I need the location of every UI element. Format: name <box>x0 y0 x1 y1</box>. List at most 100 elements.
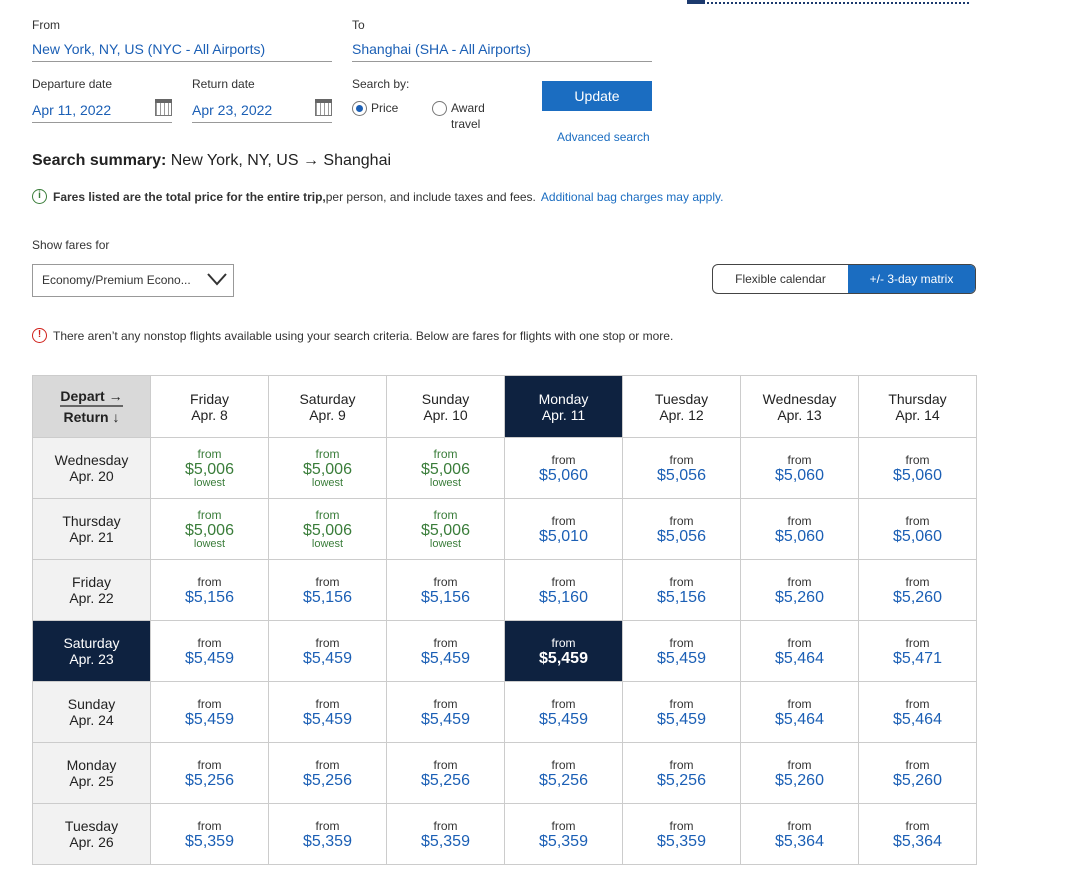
return-axis-label: Return ↓ <box>63 409 120 425</box>
matrix-row: Saturday Apr. 23 from $5,459 from $5,459 from $… <box>32 620 977 682</box>
fare-price: $5,060 <box>775 528 824 545</box>
fare-cell[interactable]: from $5,459 <box>504 681 623 743</box>
update-button[interactable]: Update <box>542 81 652 111</box>
price-radio[interactable] <box>352 101 367 116</box>
fare-cell[interactable]: from $5,256 <box>504 742 623 804</box>
fare-cell[interactable]: from $5,359 <box>150 803 269 865</box>
return-date: Apr. 21 <box>69 529 114 545</box>
fare-price: $5,459 <box>303 711 352 728</box>
fare-cell[interactable]: from $5,156 <box>268 559 387 621</box>
price-radio-label: Price <box>371 101 399 115</box>
fare-cell[interactable]: from $5,459 <box>150 620 269 682</box>
fare-cell[interactable]: from $5,006 lowest <box>150 437 269 499</box>
fare-from-label: from <box>669 758 694 772</box>
fare-cell[interactable]: from $5,010 <box>504 498 623 560</box>
fare-cell[interactable]: from $5,156 <box>150 559 269 621</box>
lowest-fare-tag: lowest <box>429 537 462 550</box>
calendar-icon[interactable] <box>155 99 172 116</box>
fare-cell[interactable]: from $5,006 lowest <box>386 437 505 499</box>
fare-from-label: from <box>905 453 930 467</box>
fare-cell[interactable]: from $5,160 <box>504 559 623 621</box>
fare-cell[interactable]: from $5,060 <box>740 498 859 560</box>
depart-date: Apr. 8 <box>191 406 228 423</box>
fare-cell[interactable]: from $5,359 <box>504 803 623 865</box>
fare-price: $5,256 <box>539 772 588 789</box>
fare-cell[interactable]: from $5,006 lowest <box>386 498 505 560</box>
fare-from-label: from <box>315 819 340 833</box>
fare-price: $5,256 <box>421 772 470 789</box>
fare-cell[interactable]: from $5,006 lowest <box>150 498 269 560</box>
fare-cell[interactable]: from $5,060 <box>858 437 977 499</box>
fare-cell[interactable]: from $5,260 <box>858 559 977 621</box>
fare-cell[interactable]: from $5,359 <box>622 803 741 865</box>
fare-cell[interactable]: from $5,260 <box>858 742 977 804</box>
matrix-row: Tuesday Apr. 26 from $5,359 from $5,359 from $5… <box>32 803 977 865</box>
from-field[interactable]: New York, NY, US (NYC - All Airports) <box>32 41 332 62</box>
fare-cell[interactable]: from $5,364 <box>858 803 977 865</box>
fare-price: $5,459 <box>421 650 470 667</box>
fare-cell[interactable]: from $5,459 <box>386 620 505 682</box>
fare-price: $5,359 <box>539 833 588 850</box>
fare-info-text: per person, and include taxes and fees. <box>325 189 536 204</box>
return-date-field[interactable]: Apr 23, 2022 <box>192 102 332 123</box>
fare-cell[interactable]: from $5,056 <box>622 498 741 560</box>
fare-cell[interactable]: from $5,060 <box>740 437 859 499</box>
fare-cell[interactable]: from $5,459 <box>622 620 741 682</box>
fare-cell[interactable]: from $5,056 <box>622 437 741 499</box>
fare-cell[interactable]: from $5,060 <box>504 437 623 499</box>
to-field[interactable]: Shanghai (SHA - All Airports) <box>352 41 652 62</box>
fare-from-label: from <box>197 575 222 589</box>
fare-cell[interactable]: from $5,464 <box>858 681 977 743</box>
fare-cell[interactable]: from $5,060 <box>858 498 977 560</box>
departure-date-field[interactable]: Apr 11, 2022 <box>32 102 172 123</box>
three-day-matrix-tab[interactable]: +/- 3-day matrix <box>848 265 975 293</box>
fare-cell[interactable]: from $5,156 <box>386 559 505 621</box>
cabin-select-value: Economy/Premium Econo... <box>42 273 191 287</box>
depart-axis-label: Depart → <box>60 388 123 407</box>
fare-from-label: from <box>433 446 458 461</box>
fare-cell[interactable]: from $5,256 <box>268 742 387 804</box>
fare-cell[interactable]: from $5,156 <box>622 559 741 621</box>
bag-charges-link[interactable]: Additional bag charges may apply. <box>541 190 724 204</box>
search-by-label: Search by: <box>352 77 410 91</box>
fare-cell[interactable]: from $5,006 lowest <box>268 437 387 499</box>
award-travel-radio[interactable] <box>432 101 447 116</box>
fare-matrix: Depart → Return ↓ Friday Apr. 8 Saturday Apr.… <box>32 375 977 865</box>
fare-info-bold: Fares listed are the total price for the… <box>53 189 326 204</box>
fare-cell[interactable]: from $5,459 <box>622 681 741 743</box>
return-day: Wednesday <box>54 452 129 468</box>
fare-cell[interactable]: from $5,364 <box>740 803 859 865</box>
depart-date: Apr. 12 <box>659 406 704 423</box>
fare-cell[interactable]: from $5,464 <box>740 681 859 743</box>
fare-cell[interactable]: from $5,256 <box>150 742 269 804</box>
fare-cell[interactable]: from $5,459 <box>504 620 623 682</box>
return-date: Apr. 20 <box>69 468 114 484</box>
fare-cell[interactable]: from $5,359 <box>386 803 505 865</box>
cabin-select[interactable]: Economy/Premium Econo... <box>32 264 234 297</box>
fare-cell[interactable]: from $5,006 lowest <box>268 498 387 560</box>
fare-price: $5,260 <box>775 589 824 606</box>
fare-price: $5,459 <box>657 711 706 728</box>
fare-cell[interactable]: from $5,256 <box>386 742 505 804</box>
fare-cell[interactable]: from $5,256 <box>622 742 741 804</box>
fare-cell[interactable]: from $5,260 <box>740 559 859 621</box>
fare-from-label: from <box>315 575 340 589</box>
depart-date: Apr. 10 <box>423 406 468 423</box>
fare-price: $5,156 <box>303 589 352 606</box>
calendar-icon[interactable] <box>315 99 332 116</box>
lowest-fare-tag: lowest <box>311 537 344 550</box>
fare-cell[interactable]: from $5,459 <box>268 620 387 682</box>
depart-date-header: Thursday Apr. 14 <box>858 375 977 438</box>
depart-day: Saturday <box>299 390 356 407</box>
departure-date-label: Departure date <box>32 77 113 91</box>
fare-cell[interactable]: from $5,459 <box>386 681 505 743</box>
advanced-search-link[interactable]: Advanced search <box>557 130 650 144</box>
fare-cell[interactable]: from $5,459 <box>150 681 269 743</box>
fare-cell[interactable]: from $5,464 <box>740 620 859 682</box>
fare-from-label: from <box>315 636 340 650</box>
fare-cell[interactable]: from $5,359 <box>268 803 387 865</box>
flexible-calendar-tab[interactable]: Flexible calendar <box>713 265 848 293</box>
fare-cell[interactable]: from $5,471 <box>858 620 977 682</box>
fare-cell[interactable]: from $5,459 <box>268 681 387 743</box>
fare-cell[interactable]: from $5,260 <box>740 742 859 804</box>
